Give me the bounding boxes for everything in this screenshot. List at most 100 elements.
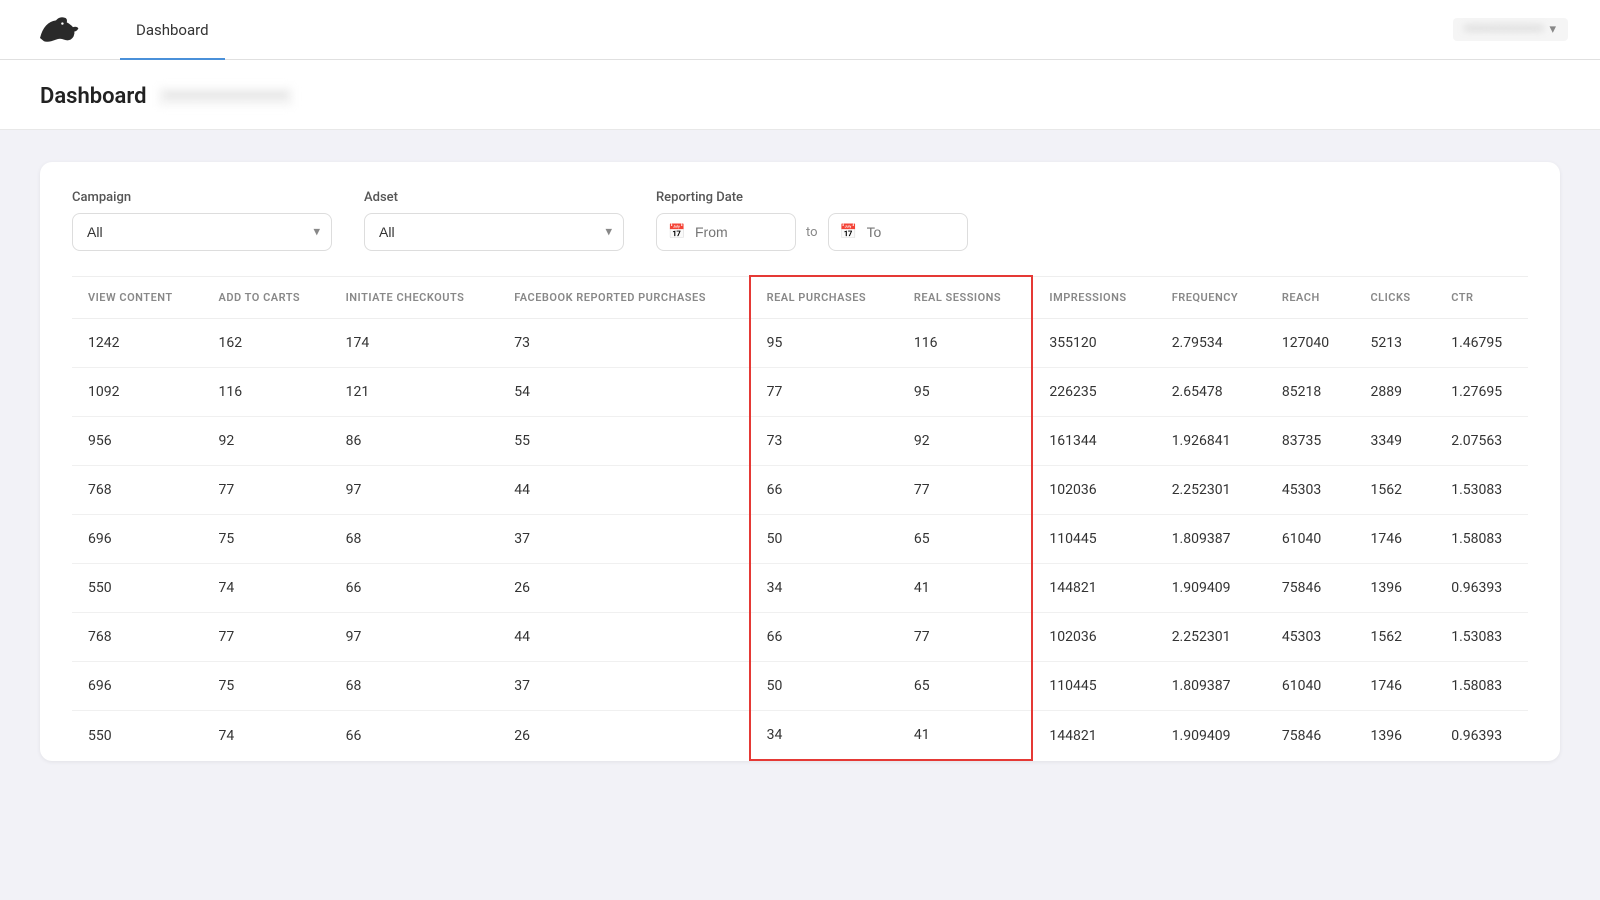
table-cell: 34	[750, 711, 898, 761]
table-cell: 77	[203, 613, 330, 662]
table-cell: 110445	[1032, 515, 1155, 564]
table-cell: 174	[330, 319, 499, 368]
calendar-from-icon: 📅	[668, 224, 685, 240]
table-cell: 50	[750, 515, 898, 564]
col-header-initiate-checkouts: INITIATE CHECKOUTS	[330, 276, 499, 319]
table-cell: 1.909409	[1156, 711, 1266, 761]
table-cell: 41	[898, 711, 1033, 761]
table-cell: 73	[750, 417, 898, 466]
table-cell: 1.46795	[1435, 319, 1528, 368]
data-table-wrapper: VIEW CONTENT ADD TO CARTS INITIATE CHECK…	[72, 275, 1528, 761]
table-cell: 696	[72, 515, 203, 564]
table-cell: 956	[72, 417, 203, 466]
user-menu[interactable]: •••••••••••••••••• ▾	[1453, 18, 1568, 41]
table-cell: 74	[203, 711, 330, 761]
table-cell: 162	[203, 319, 330, 368]
campaign-label: Campaign	[72, 190, 332, 205]
logo-icon	[32, 14, 80, 46]
table-cell: 2.07563	[1435, 417, 1528, 466]
main-content: Campaign All Adset All Reporting Dat	[0, 130, 1600, 793]
page-subtitle: ••••••••••••••••••••••••••••	[158, 87, 293, 106]
table-cell: 1.58083	[1435, 662, 1528, 711]
table-cell: 86	[330, 417, 499, 466]
table-cell: 144821	[1032, 564, 1155, 613]
table-cell: 121	[330, 368, 499, 417]
table-cell: 1396	[1354, 711, 1435, 761]
table-cell: 1242	[72, 319, 203, 368]
date-separator: to	[806, 225, 818, 240]
table-cell: 68	[330, 515, 499, 564]
table-cell: 75	[203, 662, 330, 711]
filter-card: Campaign All Adset All Reporting Dat	[40, 162, 1560, 761]
table-cell: 0.96393	[1435, 564, 1528, 613]
table-cell: 768	[72, 466, 203, 515]
table-cell: 1562	[1354, 613, 1435, 662]
table-cell: 26	[498, 564, 749, 613]
table-cell: 66	[750, 466, 898, 515]
tab-dashboard[interactable]: Dashboard	[120, 1, 225, 60]
table-cell: 1.809387	[1156, 515, 1266, 564]
filter-row: Campaign All Adset All Reporting Dat	[72, 190, 1528, 275]
table-cell: 1746	[1354, 515, 1435, 564]
col-header-impressions: IMPRESSIONS	[1032, 276, 1155, 319]
table-cell: 75	[203, 515, 330, 564]
navigation: Dashboard •••••••••••••••••• ▾	[0, 0, 1600, 60]
adset-select[interactable]: All	[364, 213, 624, 251]
table-cell: 77	[898, 466, 1033, 515]
table-cell: 1562	[1354, 466, 1435, 515]
table-cell: 45303	[1266, 613, 1355, 662]
table-cell: 50	[750, 662, 898, 711]
table-cell: 73	[498, 319, 749, 368]
table-row: 55074662634411448211.9094097584613960.96…	[72, 711, 1528, 761]
table-cell: 768	[72, 613, 203, 662]
table-cell: 65	[898, 662, 1033, 711]
date-to-wrapper: 📅	[828, 213, 968, 251]
table-cell: 95	[898, 368, 1033, 417]
campaign-select-wrapper: All	[72, 213, 332, 251]
table-cell: 85218	[1266, 368, 1355, 417]
table-cell: 2.252301	[1156, 466, 1266, 515]
table-cell: 41	[898, 564, 1033, 613]
col-header-frequency: FREQUENCY	[1156, 276, 1266, 319]
table-cell: 95	[750, 319, 898, 368]
table-cell: 54	[498, 368, 749, 417]
table-cell: 37	[498, 662, 749, 711]
table-cell: 44	[498, 466, 749, 515]
col-header-reach: REACH	[1266, 276, 1355, 319]
date-label: Reporting Date	[656, 190, 968, 205]
campaign-select[interactable]: All	[72, 213, 332, 251]
table-cell: 77	[750, 368, 898, 417]
table-row: 10921161215477952262352.654788521828891.…	[72, 368, 1528, 417]
table-cell: 102036	[1032, 466, 1155, 515]
table-cell: 61040	[1266, 662, 1355, 711]
data-table: VIEW CONTENT ADD TO CARTS INITIATE CHECK…	[72, 275, 1528, 761]
table-cell: 1.909409	[1156, 564, 1266, 613]
date-filter-group: Reporting Date 📅 to 📅	[656, 190, 968, 251]
table-cell: 102036	[1032, 613, 1155, 662]
table-cell: 1.53083	[1435, 466, 1528, 515]
col-header-clicks: CLICKS	[1354, 276, 1435, 319]
table-row: 69675683750651104451.8093876104017461.58…	[72, 662, 1528, 711]
table-cell: 66	[750, 613, 898, 662]
table-cell: 55	[498, 417, 749, 466]
table-cell: 26	[498, 711, 749, 761]
table-cell: 2.252301	[1156, 613, 1266, 662]
table-cell: 1.27695	[1435, 368, 1528, 417]
table-cell: 83735	[1266, 417, 1355, 466]
table-row: 69675683750651104451.8093876104017461.58…	[72, 515, 1528, 564]
table-header-row: VIEW CONTENT ADD TO CARTS INITIATE CHECK…	[72, 276, 1528, 319]
nav-tabs: Dashboard	[120, 0, 225, 59]
table-cell: 37	[498, 515, 749, 564]
table-cell: 1.809387	[1156, 662, 1266, 711]
table-row: 76877974466771020362.2523014530315621.53…	[72, 466, 1528, 515]
table-cell: 110445	[1032, 662, 1155, 711]
table-cell: 77	[898, 613, 1033, 662]
table-cell: 1.58083	[1435, 515, 1528, 564]
table-cell: 2889	[1354, 368, 1435, 417]
table-cell: 66	[330, 564, 499, 613]
col-header-fb-purchases: FACEBOOK REPORTED PURCHASES	[498, 276, 749, 319]
table-cell: 97	[330, 613, 499, 662]
table-cell: 1092	[72, 368, 203, 417]
table-cell: 550	[72, 564, 203, 613]
table-cell: 92	[898, 417, 1033, 466]
